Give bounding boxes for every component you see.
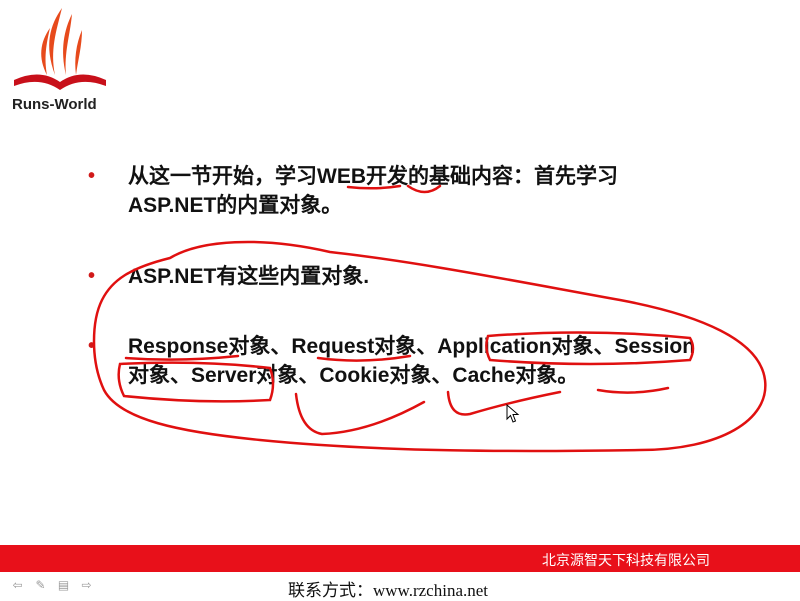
bullet-text: 从这一节开始，学习WEB开发的基础内容：首先学习ASP.NET的内置对象。 — [128, 165, 618, 217]
bullet-item-1: • 从这一节开始，学习WEB开发的基础内容：首先学习ASP.NET的内置对象。 — [88, 162, 728, 222]
arrow-left-icon[interactable]: ⇦ — [10, 577, 25, 592]
bullet-text: Response对象、Request对象、Application对象、Sessi… — [128, 335, 696, 387]
bullet-marker: • — [88, 265, 96, 287]
slide-nav: ⇦ ✎ ▤ ⇨ — [10, 577, 94, 592]
logo: Runs-World — [0, 0, 120, 125]
bullet-text: ASP.NET有这些内置对象. — [128, 265, 370, 288]
bullet-marker: • — [88, 335, 96, 357]
flame-book-icon — [14, 8, 106, 90]
arrow-right-icon[interactable]: ⇨ — [79, 577, 94, 592]
slides-icon[interactable]: ▤ — [56, 577, 71, 592]
logo-text: Runs-World — [12, 96, 97, 113]
contact-info: 联系方式：www.rzchina.net — [288, 581, 489, 600]
bullet-marker: • — [88, 165, 96, 187]
company-name: 北京源智天下科技有限公司 — [542, 553, 710, 569]
mouse-cursor-icon — [506, 404, 520, 423]
bullet-item-2: • ASP.NET有这些内置对象. — [88, 262, 728, 292]
footer-bar: 北京源智天下科技有限公司 — [0, 545, 800, 572]
bullet-item-3: • Response对象、Request对象、Application对象、Ses… — [88, 332, 728, 422]
pen-icon[interactable]: ✎ — [33, 577, 48, 592]
